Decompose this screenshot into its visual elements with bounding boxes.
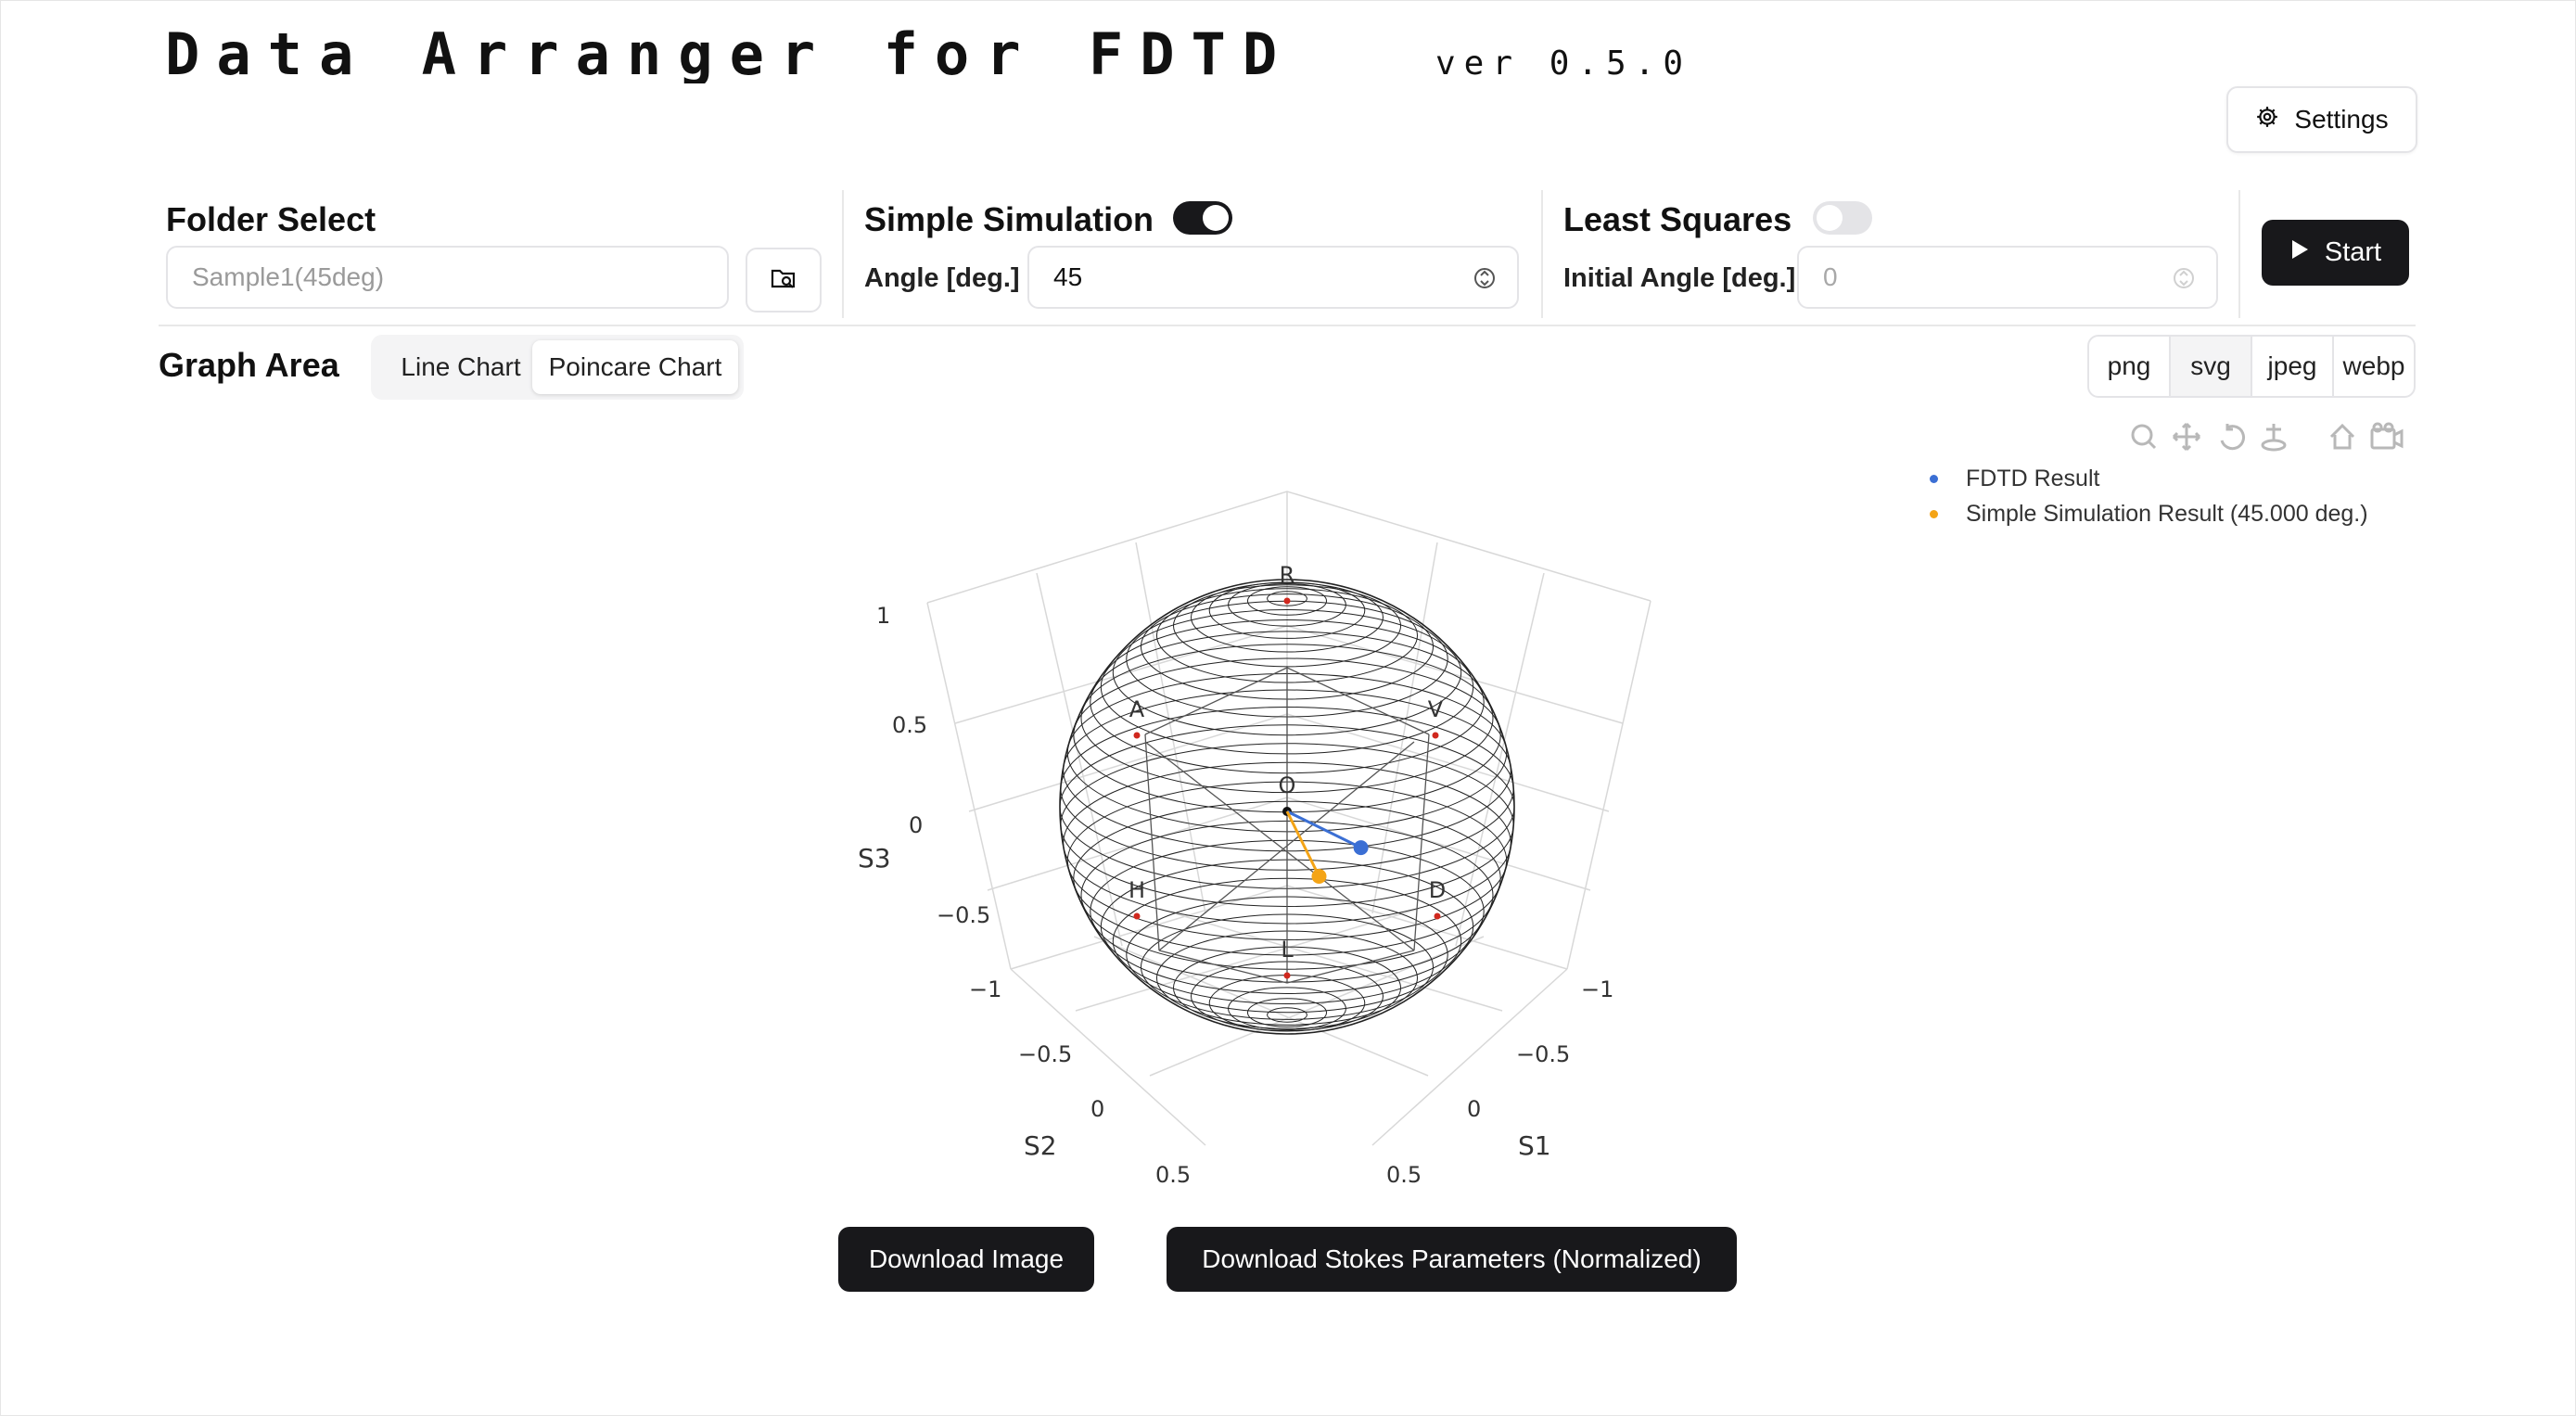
legend-label-fdtd: FDTD Result (1966, 465, 2100, 491)
marker-h (1133, 912, 1141, 920)
simple-simulation-toggle[interactable] (1173, 201, 1232, 235)
marker-v (1432, 732, 1439, 739)
folder-path-input[interactable]: Sample1(45deg) (166, 246, 729, 309)
toggle-knob (1817, 205, 1843, 231)
zoom-icon[interactable] (2131, 424, 2157, 450)
tick-x-m1: −1 (1581, 976, 1613, 1002)
section-divider (159, 325, 2416, 326)
graph-area-title: Graph Area (159, 346, 339, 384)
tick-y-m05: −0.5 (1018, 1041, 1072, 1067)
legend-swatch-fdtd (1930, 474, 1938, 483)
pan-icon[interactable] (2172, 422, 2201, 452)
legend-item[interactable]: FDTD Result (1926, 461, 2368, 496)
axis-title-s2: S2 (1024, 1130, 1057, 1161)
axis-title-s1: S1 (1518, 1130, 1551, 1161)
reset-camera-icon[interactable] (2329, 423, 2355, 450)
divider (2238, 190, 2240, 318)
tab-line-chart[interactable]: Line Chart (378, 340, 543, 394)
least-squares-title: Least Squares (1563, 200, 1792, 238)
series-point-0[interactable] (1353, 840, 1369, 856)
axis-ticks: 1 0.5 0 −0.5 −1 −0.5 0 0.5 −1 −0.5 0 0.5 (876, 603, 1613, 1188)
tick-y-0: 0 (1090, 1096, 1104, 1122)
toggle-knob (1203, 205, 1229, 231)
download-stokes-button[interactable]: Download Stokes Parameters (Normalized) (1167, 1227, 1737, 1292)
gear-icon (2255, 105, 2279, 135)
marker-a (1133, 732, 1141, 739)
folder-select-title: Folder Select (166, 200, 376, 238)
orbit-rotation-icon[interactable] (2220, 424, 2246, 451)
marker-label-l: L (1281, 937, 1294, 963)
angle-label: Angle [deg.] (864, 263, 1020, 293)
start-label: Start (2324, 237, 2382, 267)
divider (842, 190, 844, 318)
poincare-sphere-svg: 1 0.5 0 −0.5 −1 −0.5 0 0.5 −1 −0.5 0 0.5… (858, 491, 1651, 1188)
format-jpeg-button[interactable]: jpeg (2252, 337, 2334, 396)
tick-z-m1: −1 (969, 976, 1001, 1002)
tick-x-m05: −0.5 (1516, 1041, 1570, 1067)
tick-z-05: 0.5 (892, 712, 927, 738)
marker-label-a: A (1129, 696, 1145, 722)
tick-x-05: 0.5 (1386, 1162, 1422, 1188)
axis-title-s3: S3 (858, 843, 891, 874)
tick-y-05: 0.5 (1155, 1162, 1191, 1188)
camera-snapshot-icon[interactable] (2370, 422, 2404, 450)
sphere-reference-frame (1144, 667, 1430, 984)
format-svg-button[interactable]: svg (2171, 337, 2252, 396)
axis-titles: S3 S2 S1 (858, 843, 1551, 1161)
start-button[interactable]: Start (2262, 220, 2409, 286)
chart-type-tabs: Line Chart Poincare Chart (371, 335, 744, 400)
legend-item[interactable]: Simple Simulation Result (45.000 deg.) (1926, 496, 2368, 531)
settings-label: Settings (2294, 105, 2389, 134)
folder-path-placeholder: Sample1(45deg) (192, 262, 385, 291)
svg-text:Data Arranger for FDTD: Data Arranger for FDTD (165, 28, 1294, 83)
app-title-logo: Data Arranger for FDTD (165, 20, 1294, 88)
divider (1541, 190, 1543, 318)
version-text: ver 0.5.0 (1435, 46, 1691, 83)
angle-input[interactable]: 45 (1027, 246, 1519, 309)
image-format-group: png svg jpeg webp (2087, 335, 2416, 398)
app-title: Data Arranger for FDTD (165, 20, 1408, 88)
tick-z-1: 1 (876, 603, 890, 629)
marker-label-v: V (1428, 696, 1444, 722)
tab-poincare-chart[interactable]: Poincare Chart (532, 340, 738, 394)
plot-modebar (2125, 420, 2404, 458)
marker-d (1434, 912, 1441, 920)
app-version: ver 0.5.0 (1435, 45, 1704, 88)
angle-stepper-icon[interactable] (1474, 262, 1495, 300)
chart-legend: FDTD Result Simple Simulation Result (45… (1926, 461, 2368, 531)
initial-angle-value: 0 (1823, 262, 1838, 291)
initial-angle-label: Initial Angle [deg.] (1563, 263, 1796, 293)
folder-search-icon (770, 265, 797, 296)
initial-angle-input[interactable]: 0 (1797, 246, 2218, 309)
legend-swatch-simple (1930, 509, 1938, 518)
angle-value: 45 (1053, 262, 1083, 291)
format-png-button[interactable]: png (2089, 337, 2171, 396)
tick-z-0: 0 (909, 812, 923, 838)
play-icon (2289, 237, 2310, 268)
folder-browse-button[interactable] (746, 248, 822, 313)
initial-angle-stepper-icon[interactable] (2174, 262, 2194, 300)
settings-button[interactable]: Settings (2226, 86, 2417, 153)
poincare-plot[interactable]: 1 0.5 0 −0.5 −1 −0.5 0 0.5 −1 −0.5 0 0.5… (816, 464, 1762, 1210)
marker-label-o: O (1279, 772, 1296, 798)
format-webp-button[interactable]: webp (2334, 337, 2414, 396)
tick-z-m05: −0.5 (937, 902, 990, 928)
download-image-button[interactable]: Download Image (838, 1227, 1094, 1292)
marker-label-r: R (1280, 562, 1295, 588)
series-point-1[interactable] (1311, 869, 1327, 884)
turntable-rotation-icon[interactable] (2261, 424, 2287, 452)
marker-r (1283, 597, 1291, 605)
tick-x-0: 0 (1467, 1096, 1481, 1122)
simple-simulation-title: Simple Simulation (864, 200, 1154, 238)
marker-label-h: H (1129, 877, 1145, 903)
marker-label-d: D (1429, 877, 1446, 903)
legend-label-simple: Simple Simulation Result (45.000 deg.) (1966, 500, 2368, 527)
marker-l (1283, 972, 1291, 979)
least-squares-toggle[interactable] (1813, 201, 1872, 235)
